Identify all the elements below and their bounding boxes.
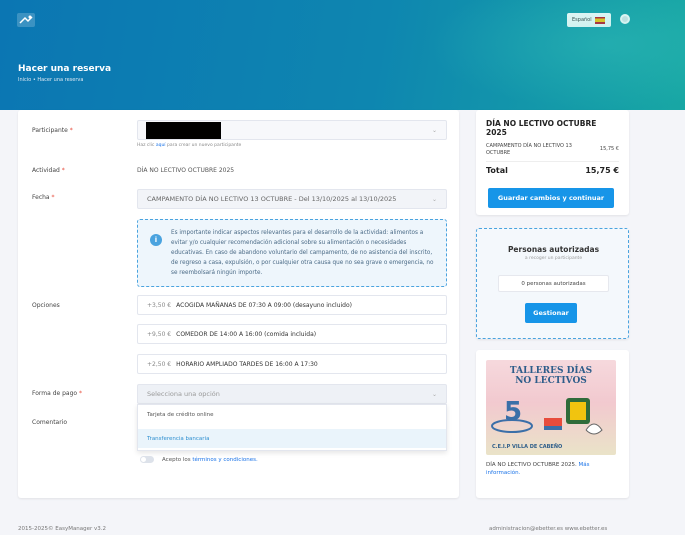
language-selector[interactable]: Español [567,13,611,27]
footer-copyright: 2015-2025© EasyManager v3.2 [18,526,107,532]
activity-value: DÍA NO LECTIVO OCTUBRE 2025 [137,167,235,174]
spain-flag-icon [594,16,605,24]
summary-line: CAMPAMENTO DÍA NO LECTIVO 13 OCTUBRE 15,… [486,143,619,156]
summary-title: DÍA NO LECTIVO OCTUBRE 2025 [486,119,597,137]
activity-label: Actividad * [32,167,65,174]
terms-row: Acepto los términos y condiciones. [140,456,258,463]
manage-button[interactable]: Gestionar [525,303,577,323]
promo-text: DÍA NO LECTIVO OCTUBRE 2025. Más informa… [486,462,590,476]
authorized-title: Personas autorizadas [507,245,600,254]
chevron-down-icon: ⌄ [431,196,437,203]
footer-links[interactable]: administracion@ebetter.es www.ebetter.es [489,526,607,532]
option-row[interactable]: +9,50 € COMEDOR DE 14:00 A 16:00 (comida… [137,324,447,344]
date-label: Fecha * [32,194,55,201]
poster-illustration-icon: 5 [491,397,603,435]
svg-text:5: 5 [504,397,522,427]
app-logo-icon[interactable] [17,13,35,27]
terms-link[interactable]: términos y condiciones. [192,457,257,463]
divider [486,161,619,162]
payment-select[interactable]: Selecciona una opción ⌄ [137,384,447,404]
payment-dropdown: Tarjeta de crédito online Transferencia … [137,404,447,451]
info-text: Es importante indicar aspectos relevante… [171,230,434,276]
page-title: Hacer una reserva [18,64,112,74]
user-avatar[interactable] [620,14,630,24]
poster-title: TALLERES DÍAS NO LECTIVOS [509,366,593,386]
promo-card: TALLERES DÍAS NO LECTIVOS 5 C.E.I.P VILL… [476,350,629,498]
date-select[interactable]: CAMPAMENTO DÍA NO LECTIVO 13 OCTUBRE - D… [137,189,447,209]
option-row[interactable]: +3,50 € ACOGIDA MAÑANAS DE 07:30 A 09:00… [137,295,447,315]
summary-total: Total 15,75 € [486,166,619,175]
date-select-value: CAMPAMENTO DÍA NO LECTIVO 13 OCTUBRE - D… [147,195,397,203]
info-icon: i [150,234,162,246]
option-row[interactable]: +2,50 € HORARIO AMPLIADO TARDES DE 16:00… [137,354,447,374]
comment-label: Comentario [32,419,68,426]
chevron-down-icon: ⌄ [431,391,437,398]
info-notice: i Es importante indicar aspectos relevan… [137,219,447,287]
poster-footer: C.E.I.P VILLA DE CABEÑO [492,444,563,450]
reservation-form: Participante * ⌄ Haz clic aquí para crea… [18,110,459,498]
header-banner: Español Hacer una reserva Inicio • Hacer… [0,0,685,110]
payment-label: Forma de pago * [32,390,82,397]
promo-poster-image: TALLERES DÍAS NO LECTIVOS 5 C.E.I.P VILL… [486,360,616,455]
payment-option-card[interactable]: Tarjeta de crédito online [138,405,446,424]
create-participant-link[interactable]: aquí [156,143,166,148]
participant-select[interactable]: ⌄ [137,120,447,140]
save-continue-button[interactable]: Guardar cambios y continuar [488,188,614,208]
payment-placeholder: Selecciona una opción [147,390,220,398]
participant-hint: Haz clic aquí para crear un nuevo partic… [137,143,242,148]
options-label: Opciones [32,302,60,309]
redacted-participant [146,122,221,139]
authorized-subtitle: a recoger un participante [524,256,583,261]
terms-toggle[interactable] [140,456,154,463]
payment-option-transfer[interactable]: Transferencia bancaria [138,429,446,448]
language-label: Español [572,17,592,23]
authorized-count: 0 personas autorizadas [498,275,609,292]
chevron-down-icon: ⌄ [431,127,437,134]
terms-text: Acepto los [162,456,191,463]
participant-label: Participante * [32,127,73,134]
breadcrumb[interactable]: Inicio • Hacer una reserva [18,77,83,83]
